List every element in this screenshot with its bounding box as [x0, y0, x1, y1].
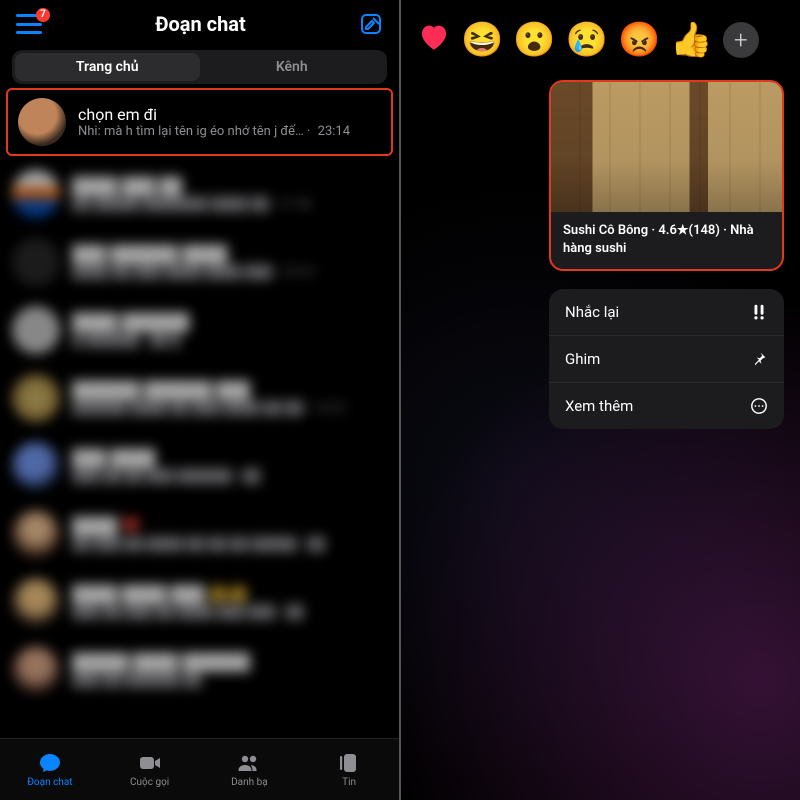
nav-label: Cuộc gọi [130, 777, 169, 788]
tab-home[interactable]: Trang chủ [15, 53, 200, 81]
tabs: Trang chủ Kênh [12, 50, 387, 84]
more-icon [750, 397, 768, 415]
context-menu: Nhắc lại Ghim Xem thêm [549, 289, 784, 429]
nav-stories[interactable]: Tin [299, 739, 399, 800]
reaction-bar: 😆 😮 😢 😡 👍 + [401, 0, 800, 72]
chat-icon [36, 751, 64, 775]
nav-label: Tin [342, 777, 356, 788]
menu-remind[interactable]: Nhắc lại [549, 289, 784, 335]
react-heart[interactable] [417, 20, 451, 60]
menu-more[interactable]: Xem thêm [549, 382, 784, 429]
react-angry[interactable]: 😡 [618, 23, 660, 57]
chat-title: chọn em đi [78, 105, 381, 124]
chat-info: chọn em đi Nhi: mà h tìm lại tên ig éo n… [78, 105, 381, 139]
react-laugh[interactable]: 😆 [461, 23, 503, 57]
react-wow[interactable]: 😮 [513, 23, 555, 57]
tab-channels[interactable]: Kênh [200, 53, 385, 81]
chat-preview: Nhi: mà h tìm lại tên ig éo nhớ tên j đế… [78, 124, 381, 139]
bottom-nav: Đoạn chat Cuộc gọi Danh bạ Tin [0, 738, 399, 800]
nav-label: Đoạn chat [27, 777, 72, 788]
menu-label: Xem thêm [565, 397, 633, 415]
chat-list-screen: 7 Đoạn chat Trang chủ Kênh chọn em đi Nh… [0, 0, 399, 800]
react-like[interactable]: 👍 [670, 23, 712, 57]
pin-icon [750, 350, 768, 368]
menu-button[interactable]: 7 [16, 14, 42, 34]
video-icon [136, 751, 164, 775]
compose-button[interactable] [359, 12, 383, 36]
message-actions-screen: 😆 😮 😢 😡 👍 + Sushi Cô Bông · 4.6★(148) · … [401, 0, 800, 800]
message-card[interactable]: Sushi Cô Bông · 4.6★(148) · Nhà hàng sus… [549, 80, 784, 271]
menu-label: Ghim [565, 350, 600, 368]
nav-label: Danh bạ [231, 777, 268, 788]
compose-icon [359, 12, 383, 36]
chat-list: chọn em đi Nhi: mà h tìm lại tên ig éo n… [0, 88, 399, 704]
page-title: Đoạn chat [155, 12, 246, 36]
notification-badge: 7 [36, 8, 50, 22]
card-image [551, 82, 782, 212]
exclaim-icon [750, 303, 768, 321]
chat-time: 23:14 [318, 124, 350, 139]
menu-label: Nhắc lại [565, 303, 619, 321]
menu-pin[interactable]: Ghim [549, 335, 784, 382]
react-sad[interactable]: 😢 [566, 23, 608, 57]
nav-people[interactable]: Danh bạ [200, 739, 300, 800]
card-caption: Sushi Cô Bông · 4.6★(148) · Nhà hàng sus… [551, 212, 782, 269]
stories-icon [335, 751, 363, 775]
react-add[interactable]: + [723, 22, 759, 58]
heart-icon [417, 20, 451, 54]
nav-calls[interactable]: Cuộc gọi [100, 739, 200, 800]
avatar [18, 98, 66, 146]
chat-row-highlighted[interactable]: chọn em đi Nhi: mà h tìm lại tên ig éo n… [6, 88, 393, 156]
people-icon [235, 751, 263, 775]
top-bar: 7 Đoạn chat [0, 0, 399, 42]
nav-chats[interactable]: Đoạn chat [0, 739, 100, 800]
